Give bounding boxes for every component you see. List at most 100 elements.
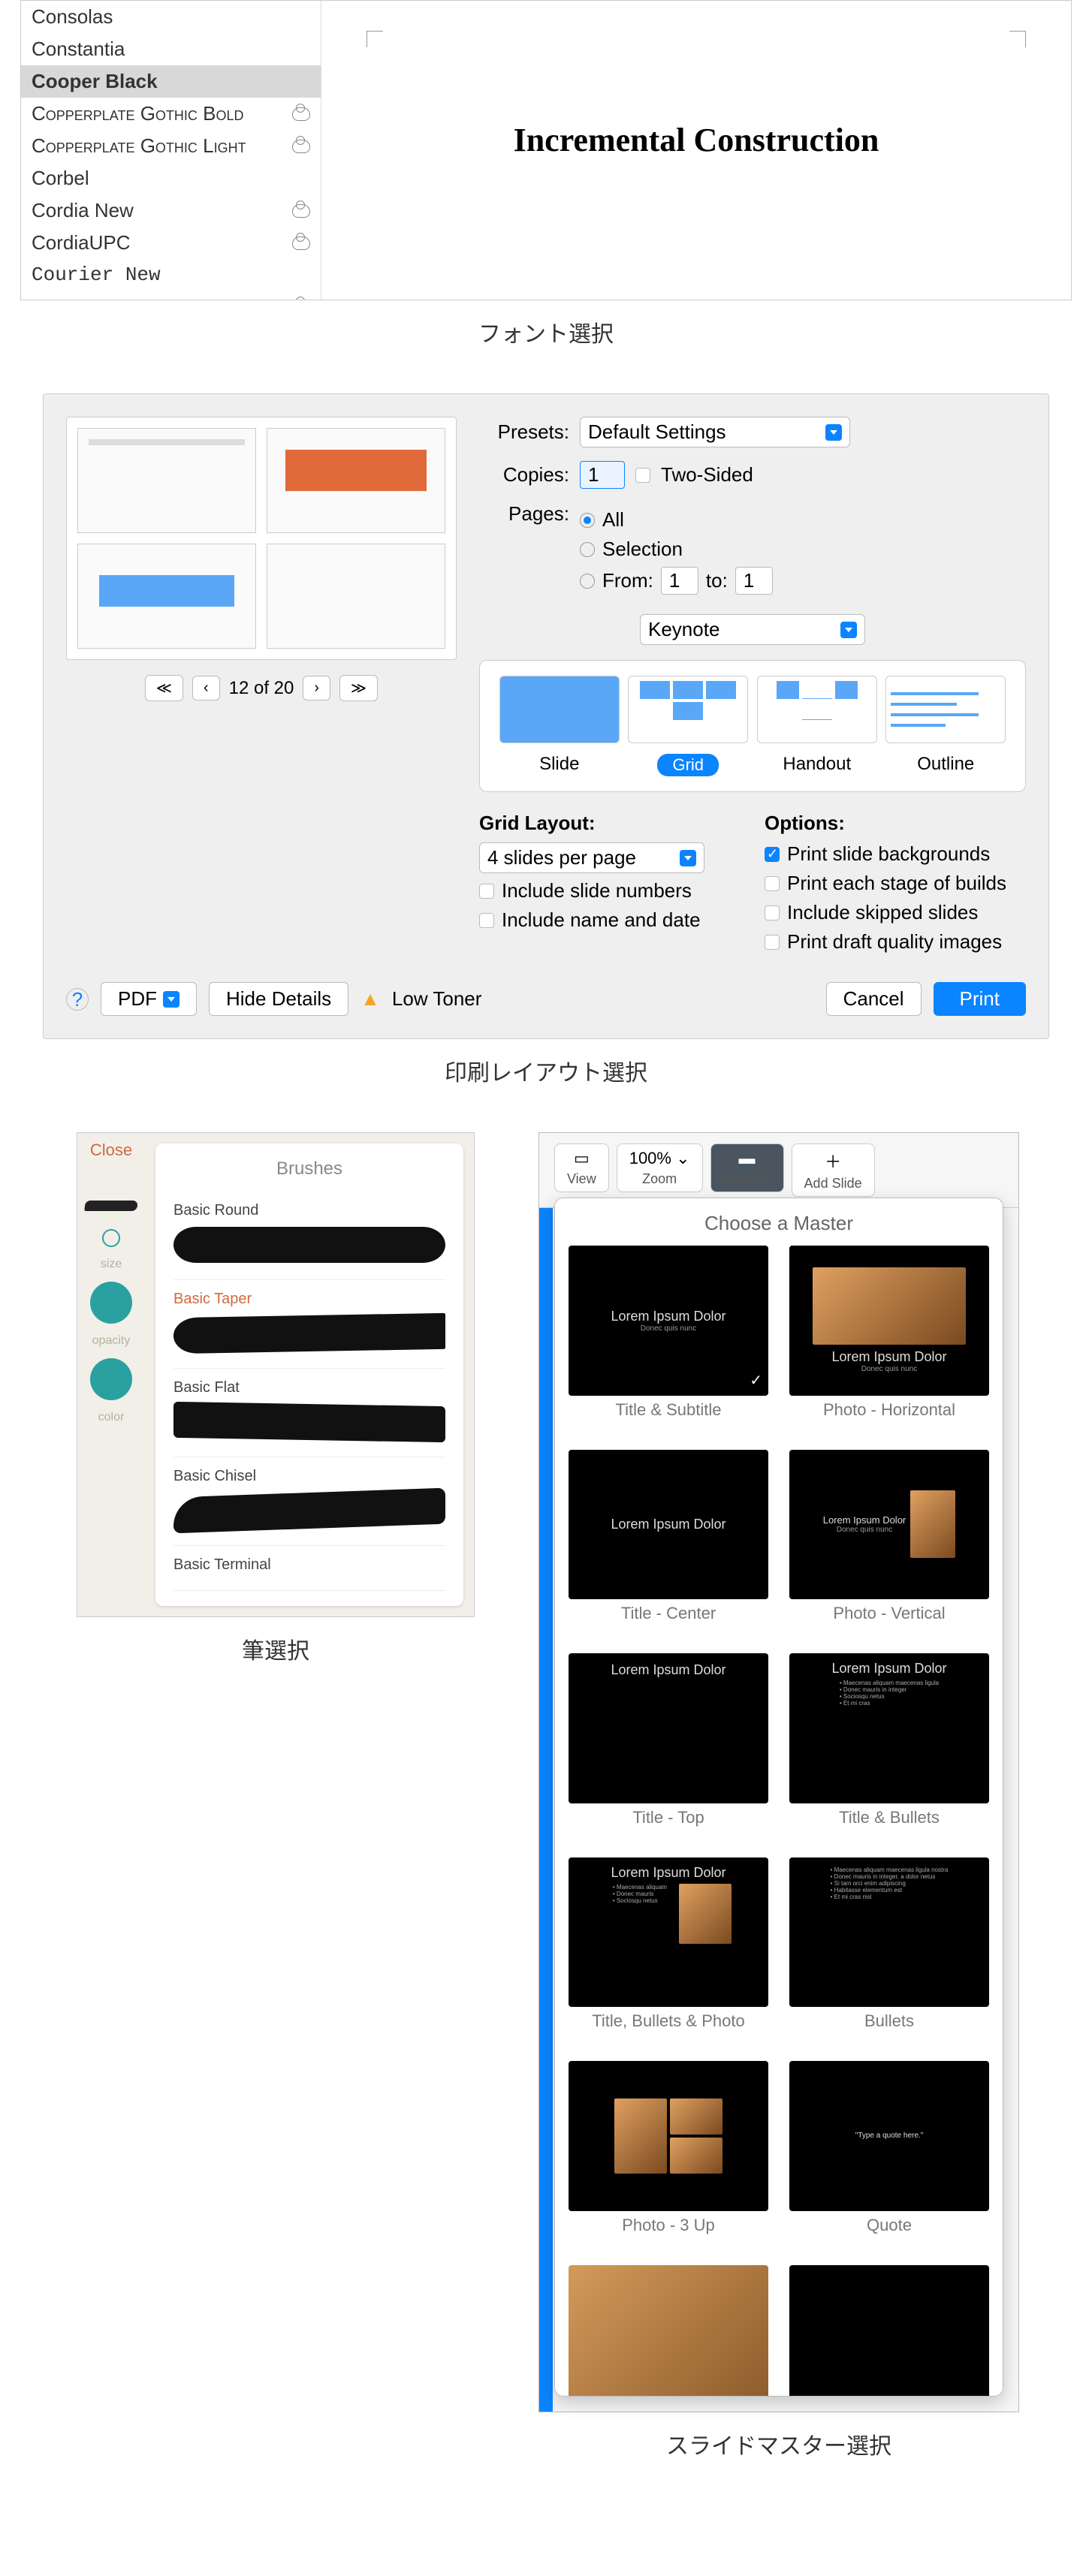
master-item[interactable]: Lorem Ipsum DolorDonec quis nuncPhoto - … [789, 1450, 989, 1641]
brush-name: Basic Taper [173, 1291, 445, 1308]
master-thumbnail [569, 2061, 768, 2211]
color-knob[interactable] [90, 1358, 132, 1400]
pager-next-button[interactable]: › [303, 676, 330, 700]
pages-to-input[interactable]: 1 [735, 567, 773, 595]
font-row[interactable]: Courier New [21, 259, 321, 291]
app-section-select[interactable]: Keynote [640, 614, 865, 645]
layout-handout-option[interactable]: Handout [757, 676, 877, 776]
master-label: Title - Top [569, 1808, 768, 1844]
master-item[interactable]: Blank [789, 2265, 989, 2397]
font-row[interactable]: Constantia [21, 33, 321, 65]
include-skipped-checkbox[interactable] [765, 905, 780, 920]
close-button[interactable]: Close [90, 1140, 132, 1160]
master-item[interactable]: Lorem Ipsum DolorDonec quis nuncPhoto - … [789, 1246, 989, 1436]
master-item[interactable]: Lorem Ipsum DolorTitle - Top [569, 1653, 768, 1844]
print-backgrounds-checkbox[interactable] [765, 847, 780, 862]
font-selection-panel: ConsolasConstantiaCooper BlackCopperplat… [20, 0, 1072, 300]
slide-title: Incremental Construction [321, 121, 1071, 159]
preview-pager: ≪ ‹ 12 of 20 › ≫ [66, 675, 457, 701]
font-row[interactable]: CordiaUPC [21, 227, 321, 259]
include-slide-numbers-checkbox[interactable] [479, 884, 494, 899]
figure-caption-brush: 筆選択 [65, 1632, 486, 1665]
pages-from-input[interactable]: 1 [661, 567, 698, 595]
size-knob[interactable] [102, 1229, 120, 1247]
presets-select[interactable]: Default Settings [580, 417, 850, 447]
copies-input[interactable]: 1 [580, 461, 625, 489]
brush-item[interactable]: Basic Taper [173, 1280, 445, 1369]
draft-quality-checkbox[interactable] [765, 935, 780, 950]
pager-first-button[interactable]: ≪ [145, 675, 183, 701]
size-label: size [101, 1258, 122, 1271]
brush-item[interactable]: Basic Terminal [173, 1546, 445, 1591]
font-row[interactable]: Cooper Black [21, 65, 321, 98]
slide-master-panel: ▭View 100% ⌄Zoom ▬Masters ＋Add Slide Cho… [538, 1132, 1019, 2412]
cloud-icon [292, 237, 310, 250]
font-row[interactable]: Corbel [21, 162, 321, 194]
check-icon: ✓ [750, 1371, 762, 1390]
cancel-button[interactable]: Cancel [826, 982, 922, 1016]
brush-stroke-icon [173, 1402, 445, 1442]
master-label: Title - Center [569, 1604, 768, 1640]
font-name: Courier New [32, 264, 161, 286]
font-name: Consolas [32, 5, 113, 29]
font-row[interactable]: Dante [21, 291, 321, 300]
font-list[interactable]: ConsolasConstantiaCooper BlackCopperplat… [21, 1, 321, 300]
slide-navigator[interactable] [539, 1208, 553, 2412]
help-button[interactable]: ? [66, 988, 89, 1011]
master-item[interactable]: Lorem Ipsum DolorDonec quis nunc✓Title &… [569, 1246, 768, 1436]
cloud-icon [292, 140, 310, 153]
brush-stroke-icon [173, 1488, 445, 1534]
brush-panel: Close size opacity color Brushes Basic R… [77, 1132, 475, 1617]
brush-item[interactable]: Basic Round [173, 1192, 445, 1280]
master-item[interactable]: • Maecenas aliquam maecenas ligula nostr… [789, 1857, 989, 2048]
pager-prev-button[interactable]: ‹ [192, 676, 220, 700]
print-button[interactable]: Print [934, 982, 1026, 1016]
view-button[interactable]: ▭View [554, 1143, 609, 1192]
layout-grid-option[interactable]: Grid [628, 676, 748, 776]
font-row[interactable]: Consolas [21, 1, 321, 33]
master-item[interactable]: Lorem Ipsum Dolor• Maecenas aliquam• Don… [569, 1857, 768, 2048]
font-row[interactable]: Cordia New [21, 194, 321, 227]
pager-last-button[interactable]: ≫ [339, 675, 378, 701]
master-item[interactable]: Photo [569, 2265, 768, 2397]
master-item[interactable]: Lorem Ipsum DolorTitle - Center [569, 1450, 768, 1641]
add-slide-button[interactable]: ＋Add Slide [792, 1143, 875, 1197]
brush-stroke-icon [173, 1227, 445, 1263]
grid-slides-select[interactable]: 4 slides per page [479, 842, 704, 873]
opacity-knob[interactable] [90, 1282, 132, 1324]
font-row[interactable]: Copperplate Gothic Bold [21, 98, 321, 130]
master-label: Title, Bullets & Photo [569, 2011, 768, 2047]
master-thumbnail: Lorem Ipsum DolorDonec quis nunc [789, 1246, 989, 1396]
pages-selection-radio[interactable] [580, 542, 595, 557]
master-item[interactable]: Photo - 3 Up [569, 2061, 768, 2252]
include-name-date-checkbox[interactable] [479, 913, 494, 928]
pager-status: 12 of 20 [229, 678, 294, 699]
layout-slide-option[interactable]: Slide [499, 676, 620, 776]
print-builds-checkbox[interactable] [765, 876, 780, 891]
master-thumbnail: Lorem Ipsum Dolor• Maecenas aliquam maec… [789, 1653, 989, 1803]
master-item[interactable]: Lorem Ipsum Dolor• Maecenas aliquam maec… [789, 1653, 989, 1844]
brush-name: Basic Chisel [173, 1468, 445, 1485]
chevron-down-icon [825, 424, 842, 441]
two-sided-label: Two-Sided [661, 463, 753, 487]
master-item[interactable]: "Type a quote here."Quote [789, 2061, 989, 2252]
presets-label: Presets: [479, 420, 569, 444]
cloud-icon [292, 204, 310, 218]
master-popover: Choose a Master Lorem Ipsum DolorDonec q… [554, 1198, 1003, 2397]
zoom-button[interactable]: 100% ⌄Zoom [617, 1143, 703, 1192]
low-toner-label: Low Toner [392, 987, 482, 1011]
brush-item[interactable]: Basic Flat [173, 1369, 445, 1457]
two-sided-checkbox[interactable] [635, 468, 650, 483]
pages-all-radio[interactable] [580, 513, 595, 528]
masters-button[interactable]: ▬Masters [710, 1143, 784, 1192]
pdf-menu-button[interactable]: PDF [101, 982, 197, 1016]
master-label: Title & Bullets [789, 1808, 989, 1844]
brush-item[interactable]: Basic Chisel [173, 1457, 445, 1546]
brush-name: Basic Flat [173, 1379, 445, 1396]
hide-details-button[interactable]: Hide Details [209, 982, 348, 1016]
pages-from-radio[interactable] [580, 574, 595, 589]
brushes-title: Brushes [173, 1158, 445, 1180]
layout-outline-option[interactable]: Outline [885, 676, 1006, 776]
font-row[interactable]: Copperplate Gothic Light [21, 130, 321, 162]
master-label: Title & Subtitle [569, 1400, 768, 1436]
